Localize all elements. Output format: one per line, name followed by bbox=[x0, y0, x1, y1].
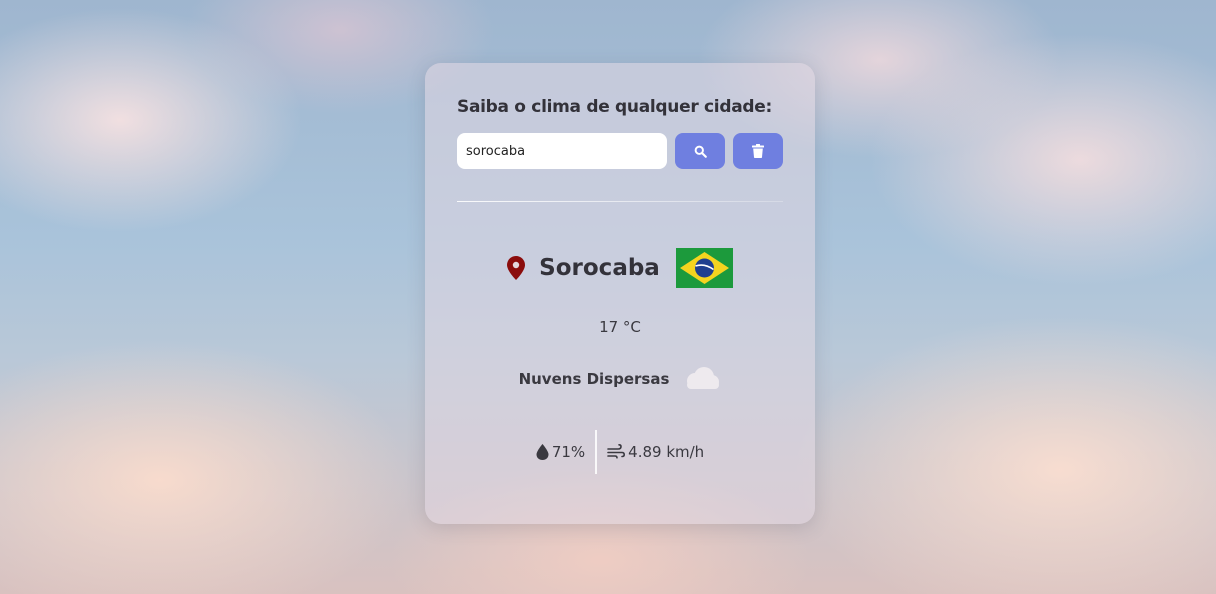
humidity: 71% bbox=[536, 443, 585, 461]
weather-description-row: Nuvens Dispersas bbox=[457, 366, 783, 392]
weather-description: Nuvens Dispersas bbox=[518, 370, 670, 388]
temperature: 17 °C bbox=[599, 318, 641, 336]
details-separator bbox=[595, 430, 598, 474]
wind-icon bbox=[607, 444, 626, 459]
search-form bbox=[457, 133, 783, 169]
weather-details: 71% 4.89 km/h bbox=[457, 430, 783, 474]
wind-value: 4.89 km/h bbox=[628, 443, 705, 461]
brazil-flag-icon bbox=[675, 248, 733, 288]
search-icon bbox=[694, 145, 707, 158]
weather-card: Saiba o clima de qualquer cidade: Soroca… bbox=[425, 63, 815, 524]
city-name: Sorocaba bbox=[539, 255, 660, 281]
cloud-icon bbox=[687, 367, 720, 389]
clear-button[interactable] bbox=[733, 133, 783, 169]
map-pin-icon bbox=[507, 256, 526, 280]
humidity-value: 71% bbox=[551, 443, 586, 461]
search-button[interactable] bbox=[675, 133, 725, 169]
wind: 4.89 km/h bbox=[607, 443, 704, 461]
city-info: Sorocaba bbox=[457, 248, 783, 288]
water-drop-icon bbox=[536, 444, 549, 460]
trash-icon bbox=[752, 144, 764, 158]
divider bbox=[457, 201, 783, 202]
city-search-input[interactable] bbox=[457, 133, 667, 169]
page-title: Saiba o clima de qualquer cidade: bbox=[457, 97, 772, 117]
